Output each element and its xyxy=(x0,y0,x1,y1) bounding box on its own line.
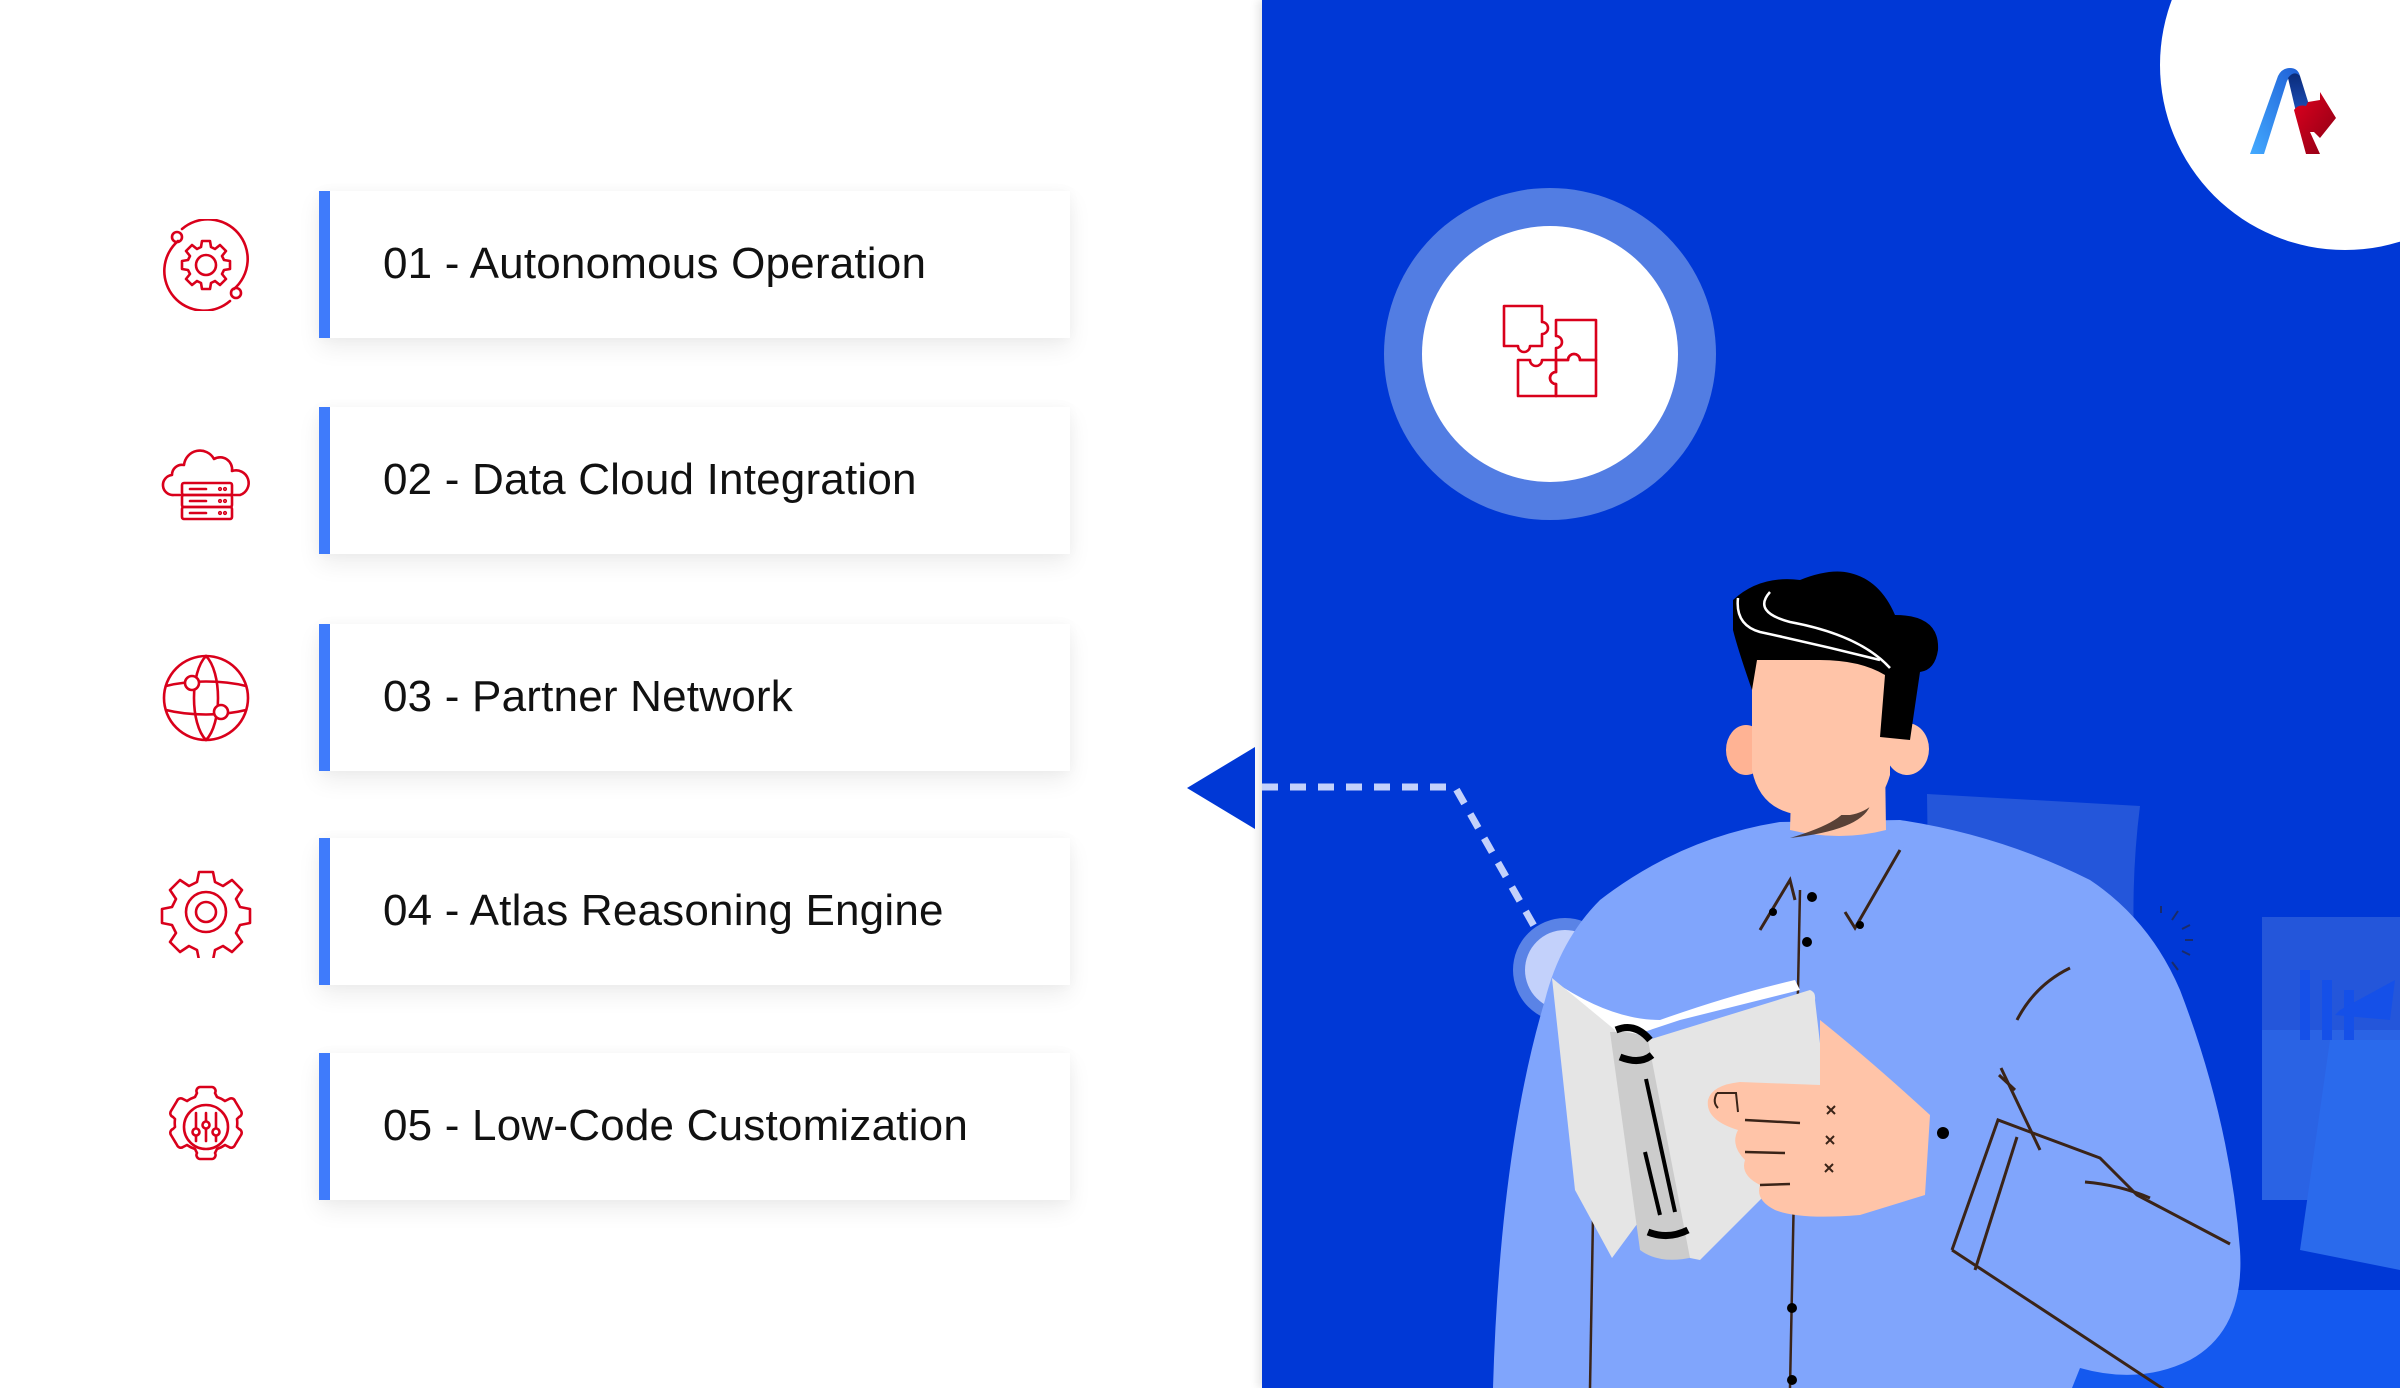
dashed-connector xyxy=(1262,783,1546,942)
infographic-canvas: 01 - Autonomous Operation 02 - Data Clou… xyxy=(0,0,2400,1388)
man-reading-book-illustration xyxy=(1262,571,2400,1388)
face xyxy=(1752,650,1890,815)
